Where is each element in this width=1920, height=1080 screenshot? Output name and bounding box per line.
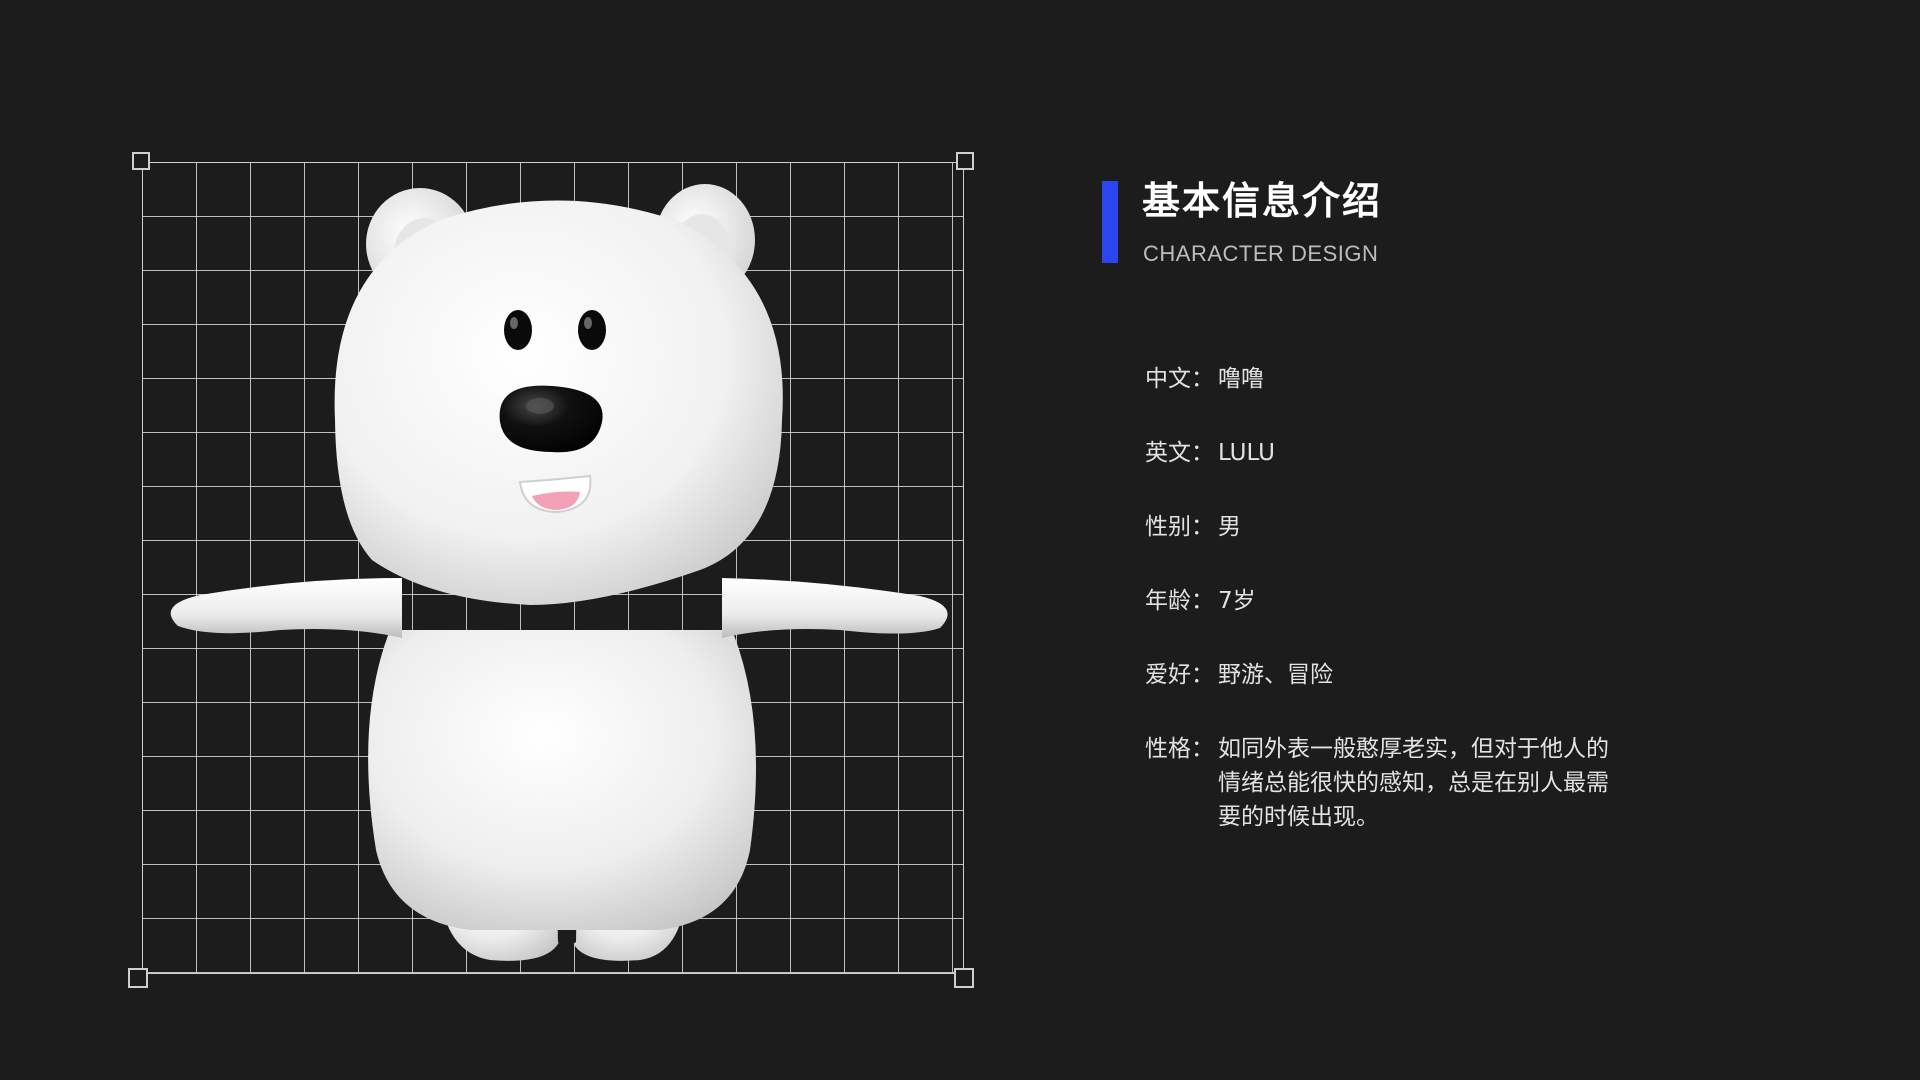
info-value: 噜噜 xyxy=(1218,366,1264,392)
info-row-personality: 性格：如同外表一般憨厚老实，但对于他人的情绪总能很快的感知，总是在别人最需要的时… xyxy=(1145,732,1625,834)
page-title: 基本信息介绍 xyxy=(1142,179,1383,223)
title-accent-bar xyxy=(1102,181,1118,263)
info-value: LULU xyxy=(1218,440,1276,466)
info-separator: ： xyxy=(1191,588,1214,614)
info-row-english-name: 英文： LULU xyxy=(1145,436,1625,510)
info-value: 男 xyxy=(1218,514,1241,540)
info-separator: ： xyxy=(1191,736,1214,762)
info-label: 英文 xyxy=(1145,440,1191,466)
info-label: 爱好 xyxy=(1145,662,1191,688)
info-row-age: 年龄： 7岁 xyxy=(1145,584,1625,658)
info-row-hobbies: 爱好：野游、冒险 xyxy=(1145,658,1625,732)
info-label: 中文 xyxy=(1145,366,1191,392)
info-separator: ： xyxy=(1191,366,1214,392)
info-label: 年龄 xyxy=(1145,588,1191,614)
character-info-list: 中文：噜噜 英文： LULU 性别：男 年龄： 7岁 爱好：野游、冒险 性格：如同外… xyxy=(1145,362,1625,834)
info-value: 野游、冒险 xyxy=(1218,662,1333,688)
info-value: 7岁 xyxy=(1218,588,1256,614)
info-separator: ： xyxy=(1191,514,1214,540)
info-label: 性格 xyxy=(1145,736,1191,762)
info-separator: ： xyxy=(1191,440,1214,466)
page-subtitle: CHARACTER DESIGN xyxy=(1143,241,1379,266)
info-row-gender: 性别：男 xyxy=(1145,510,1625,584)
info-row-chinese-name: 中文：噜噜 xyxy=(1145,362,1625,436)
polar-bear-character-icon xyxy=(170,184,948,961)
info-label: 性别 xyxy=(1145,514,1191,540)
info-value: 如同外表一般憨厚老实，但对于他人的情绪总能很快的感知，总是在别人最需要的时候出现… xyxy=(1218,736,1609,830)
character-figure-panel xyxy=(128,152,974,988)
info-separator: ： xyxy=(1191,662,1214,688)
